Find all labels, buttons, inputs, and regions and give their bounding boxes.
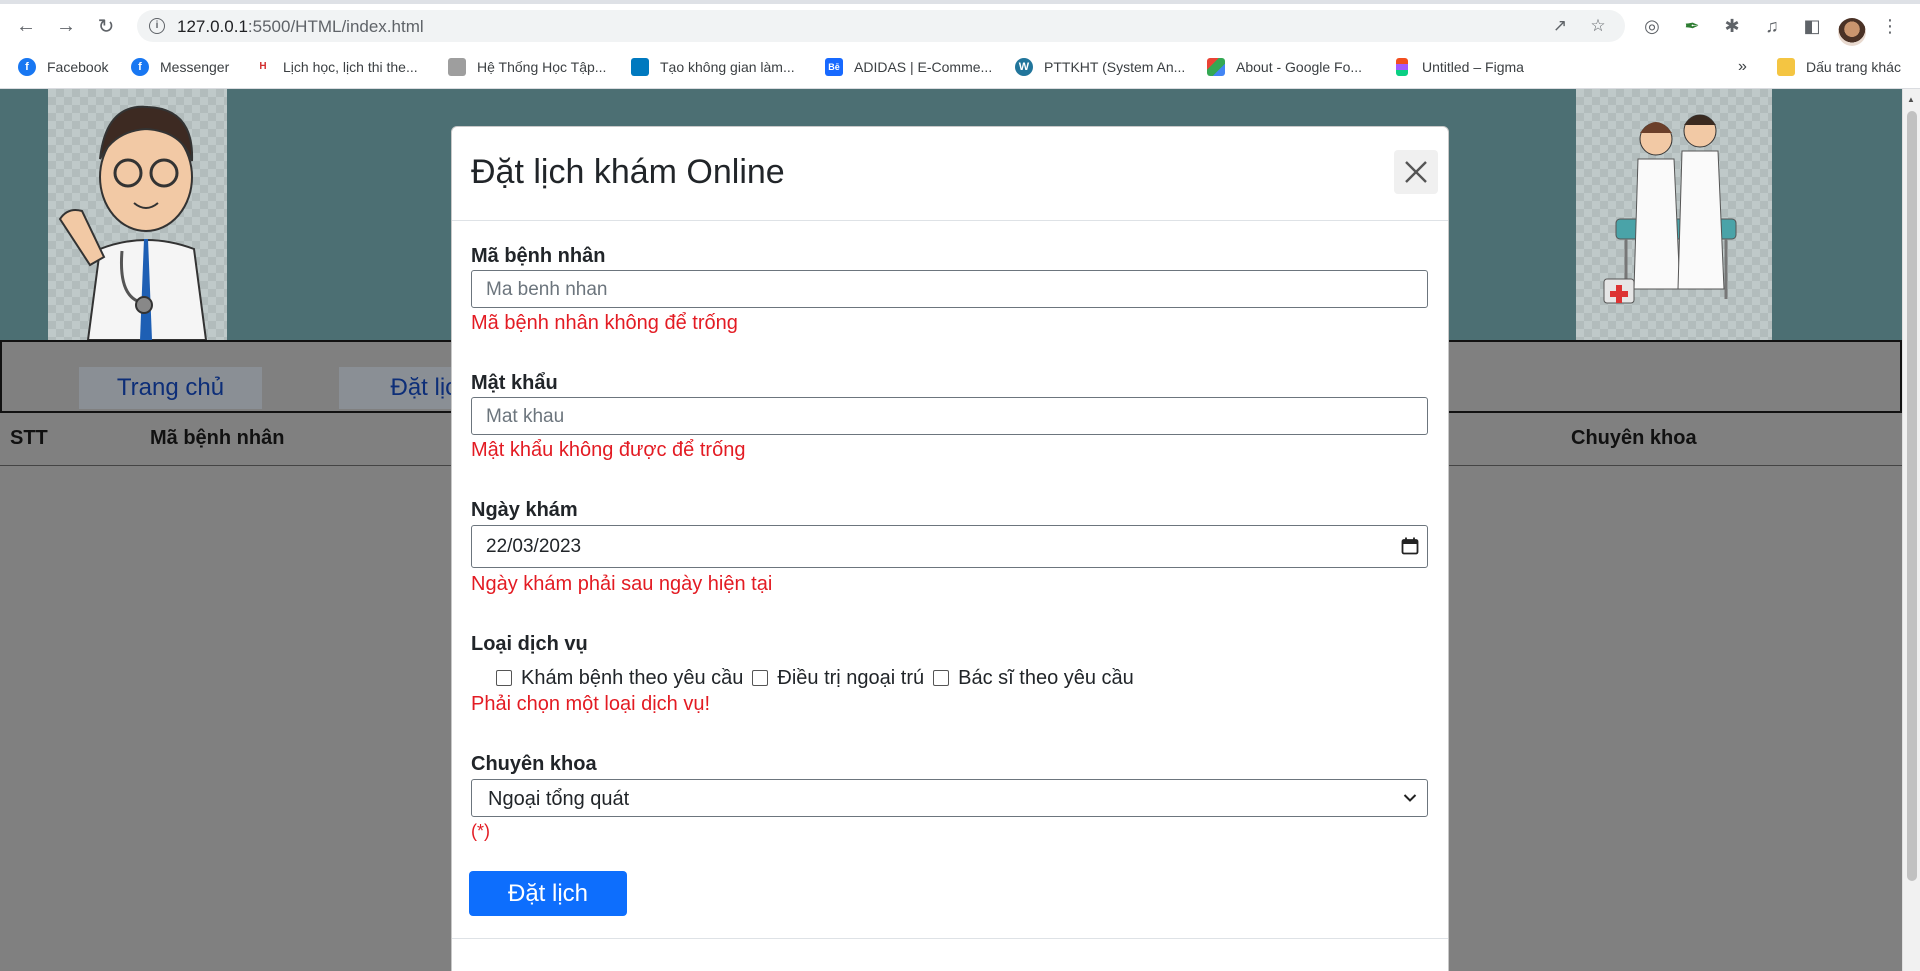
patient-id-placeholder: Ma benh nhan: [486, 279, 608, 300]
facebook-icon: f: [131, 58, 149, 76]
specialty-required-note: (*): [471, 821, 490, 841]
bookmark-facebook[interactable]: f Facebook: [18, 55, 108, 79]
service-checkbox[interactable]: [496, 670, 512, 686]
behance-icon: Bē: [825, 58, 843, 76]
bookmark-messenger[interactable]: f Messenger: [131, 55, 229, 79]
bookmark-label: Lịch học, lịch thi the...: [283, 59, 418, 75]
patient-id-input[interactable]: Ma benh nhan: [471, 270, 1428, 308]
bookmark-google-forms[interactable]: About - Google Fo...: [1207, 55, 1362, 79]
service-option-bac-si[interactable]: Bác sĩ theo yêu cầu: [933, 667, 1134, 690]
bookmark-label: About - Google Fo...: [1236, 59, 1363, 75]
bookmark-label: Tạo không gian làm...: [660, 59, 795, 75]
close-icon: [1405, 161, 1427, 183]
extension-pen-icon[interactable]: ✒: [1678, 12, 1706, 40]
bookmark-label: ADIDAS | E-Comme...: [854, 59, 993, 75]
service-checkbox[interactable]: [933, 670, 950, 686]
extension-compass-icon[interactable]: ◎: [1638, 12, 1666, 40]
star-icon[interactable]: ☆: [1587, 15, 1609, 37]
folder-icon: [1777, 58, 1795, 76]
date-error: Ngày khám phải sau ngày hiện tại: [471, 573, 773, 595]
url-path: :5500/HTML/index.html: [247, 17, 424, 36]
bookmark-trello[interactable]: Tạo không gian làm...: [631, 55, 795, 79]
column-chuyen-khoa: Chuyên khoa: [1571, 427, 1697, 449]
service-option-label: Bác sĩ theo yêu cầu: [958, 666, 1134, 689]
browser-toolbar: ← → ↻ i 127.0.0.1:5500/HTML/index.html ↗…: [0, 6, 1920, 46]
media-control-icon[interactable]: ♫: [1758, 12, 1786, 40]
bookmark-pttkht[interactable]: W PTTKHT (System An...: [1015, 55, 1185, 79]
bookmarks-bar: f Facebook f Messenger H Lịch học, lịch …: [0, 53, 1920, 81]
modal-header: Đặt lịch khám Online: [452, 127, 1448, 221]
specialty-select[interactable]: Ngoại tổng quát: [471, 779, 1428, 817]
column-stt: STT: [10, 427, 48, 449]
date-value: 22/03/2023: [486, 536, 582, 557]
facebook-icon: f: [18, 58, 36, 76]
password-label: Mật khẩu: [471, 372, 558, 394]
bookmark-figma[interactable]: Untitled – Figma: [1393, 55, 1524, 79]
password-placeholder: Mat khau: [486, 406, 565, 427]
specialty-value: Ngoại tổng quát: [488, 788, 630, 810]
browser-chrome: ← → ↻ i 127.0.0.1:5500/HTML/index.html ↗…: [0, 0, 1920, 89]
chevron-down-icon: [1403, 794, 1417, 802]
service-option-label: Điều trị ngoại trú: [777, 666, 925, 689]
scroll-up-icon[interactable]: ▲: [1907, 95, 1915, 104]
back-icon[interactable]: ←: [10, 10, 42, 42]
service-options: Khám bệnh theo yêu cầu Điều trị ngoại tr…: [496, 665, 1143, 691]
service-option-dieu-tri[interactable]: Điều trị ngoại trú: [752, 667, 924, 690]
date-input[interactable]: 22/03/2023: [471, 525, 1428, 568]
bookmark-label: Untitled – Figma: [1422, 59, 1524, 75]
medical-staff-icon: [1603, 114, 1737, 304]
service-label: Loại dịch vụ: [471, 633, 588, 655]
date-label: Ngày khám: [471, 499, 578, 521]
service-error: Phải chọn một loại dịch vụ!: [471, 693, 711, 715]
patient-id-error: Mã bệnh nhân không để trống: [471, 312, 738, 334]
modal-footer-divider: [452, 938, 1448, 939]
trello-icon: [631, 58, 649, 76]
patient-id-label: Mã bệnh nhân: [471, 245, 606, 267]
menu-kebab-icon[interactable]: ⋮: [1876, 12, 1904, 40]
bookmark-label: Dấu trang khác: [1806, 59, 1901, 75]
calendar-icon[interactable]: [1401, 537, 1419, 555]
bookmark-adidas[interactable]: Bē ADIDAS | E-Comme...: [825, 55, 992, 79]
password-input[interactable]: Mat khau: [471, 397, 1428, 435]
service-option-label: Khám bệnh theo yêu cầu: [521, 666, 744, 689]
google-forms-icon: [1207, 58, 1225, 76]
service-option-kham-benh[interactable]: Khám bệnh theo yêu cầu: [496, 667, 743, 690]
modal-title: Đặt lịch khám Online: [471, 153, 785, 191]
more-bookmarks-button[interactable]: »: [1738, 55, 1747, 79]
other-bookmarks-folder[interactable]: Dấu trang khác: [1777, 55, 1901, 79]
page-scrollbar[interactable]: ▲: [1902, 89, 1920, 971]
booking-modal: Đặt lịch khám Online Mã bệnh nhân Ma ben…: [451, 126, 1449, 971]
bookmark-label: Hệ Thống Học Tập...: [477, 59, 607, 75]
forward-icon[interactable]: →: [50, 10, 82, 42]
book-appointment-button[interactable]: Đặt lịch: [469, 871, 627, 916]
column-ma-benh-nhan: Mã bệnh nhân: [150, 427, 285, 449]
address-bar[interactable]: i 127.0.0.1:5500/HTML/index.html ↗ ☆: [137, 10, 1625, 42]
url-host: 127.0.0.1: [177, 17, 248, 36]
wordpress-icon: W: [1015, 58, 1033, 76]
side-panel-icon[interactable]: ◧: [1798, 12, 1826, 40]
reload-icon[interactable]: ↻: [90, 10, 122, 42]
share-icon[interactable]: ↗: [1549, 15, 1571, 37]
profile-avatar[interactable]: [1838, 18, 1866, 46]
specialty-label: Chuyên khoa: [471, 753, 597, 775]
nurses-illustration: [1576, 89, 1772, 340]
service-checkbox[interactable]: [752, 670, 769, 686]
bookmark-label: Messenger: [160, 59, 230, 75]
url-text[interactable]: 127.0.0.1:5500/HTML/index.html: [177, 17, 424, 37]
extensions-puzzle-icon[interactable]: ✱: [1718, 12, 1746, 40]
bookmark-lich-hoc[interactable]: H Lịch học, lịch thi the...: [254, 55, 418, 79]
doctor-illustration: [48, 89, 227, 341]
site-icon: H: [254, 58, 272, 76]
close-button[interactable]: [1394, 150, 1438, 194]
scrollbar-thumb[interactable]: [1907, 111, 1917, 881]
password-error: Mật khẩu không được để trống: [471, 439, 746, 461]
bookmark-label: Facebook: [47, 59, 109, 75]
bookmark-he-thong[interactable]: Hệ Thống Học Tập...: [448, 55, 606, 79]
site-info-icon[interactable]: i: [149, 18, 165, 34]
bookmark-label: PTTKHT (System An...: [1044, 59, 1186, 75]
doctor-cartoon-icon: [58, 105, 208, 341]
figma-icon: [1396, 58, 1408, 76]
site-icon: [448, 58, 466, 76]
nav-home[interactable]: Trang chủ: [79, 367, 262, 409]
